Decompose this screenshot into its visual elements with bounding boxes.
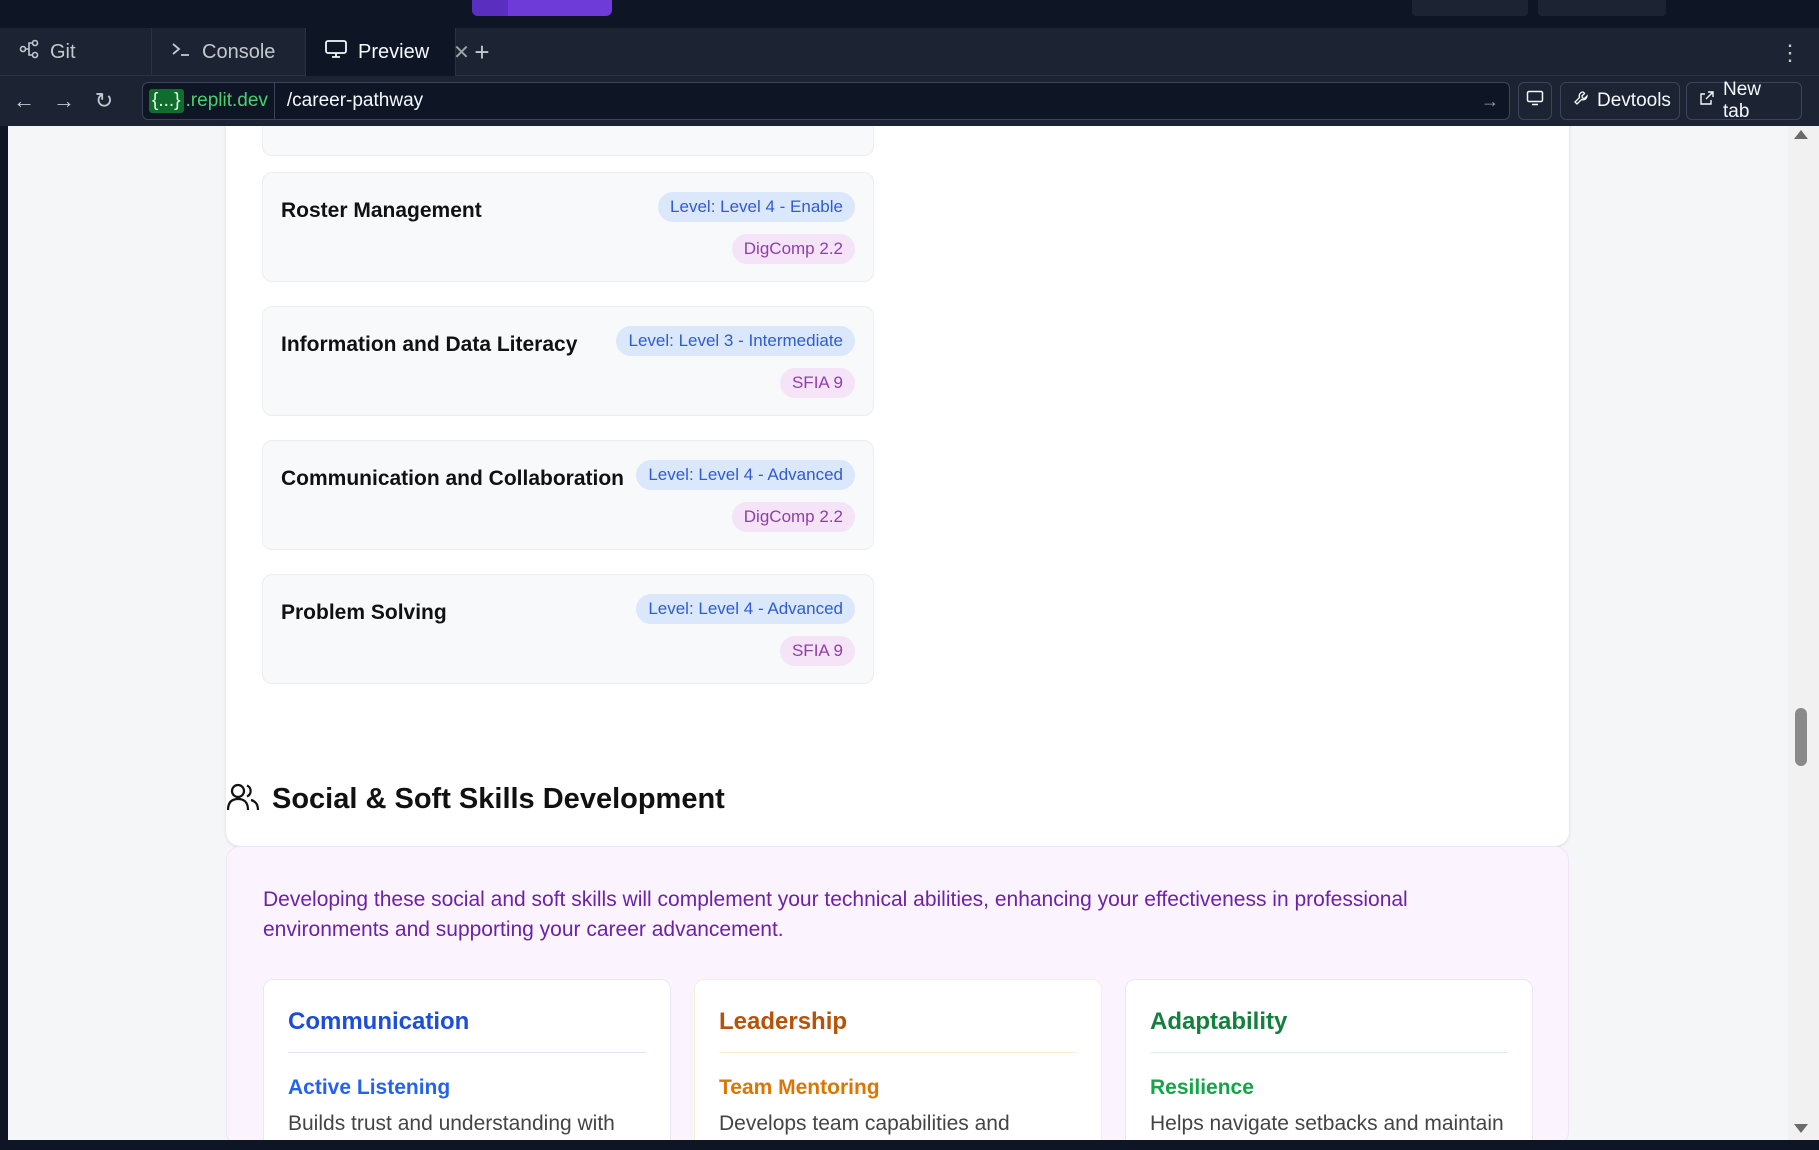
skill-name: Roster Management [281, 199, 482, 222]
soft-skill-column-communication: Communication Active Listening Builds tr… [263, 979, 671, 1140]
domain-text: .replit.dev [185, 90, 268, 111]
run-button-icon-edge [472, 0, 508, 16]
soft-skills-heading: Social & Soft Skills Development [226, 782, 725, 817]
soft-skill-column-leadership: Leadership Team Mentoring Develops team … [694, 979, 1102, 1140]
git-branch-icon [18, 39, 40, 65]
soft-skill-name: Team Mentoring [719, 1076, 880, 1099]
url-path[interactable]: /career-pathway [287, 90, 1481, 112]
column-heading: Adaptability [1150, 1008, 1288, 1035]
scroll-down-icon[interactable] [1794, 1124, 1808, 1133]
devtools-label: Devtools [1597, 90, 1671, 111]
soft-skill-column-adaptability: Adaptability Resilience Helps navigate s… [1125, 979, 1533, 1140]
framework-badge: DigComp 2.2 [731, 502, 855, 532]
scroll-up-icon[interactable] [1794, 130, 1808, 139]
tab-preview[interactable]: Preview ✕ [306, 28, 470, 76]
url-domain[interactable]: {...} .replit.dev [143, 83, 275, 119]
tab-label: Git [50, 40, 76, 63]
skill-name: Problem Solving [281, 601, 447, 624]
plus-icon: + [474, 36, 490, 67]
add-tab-button[interactable]: + [468, 28, 496, 76]
terminal-icon [170, 39, 192, 65]
url-field[interactable]: {...} .replit.dev /career-pathway → [142, 82, 1510, 120]
skill-item: Communication and Collaboration Level: L… [262, 440, 874, 550]
wrench-icon [1573, 90, 1589, 112]
arrow-right-icon: → [53, 88, 75, 113]
reload-button[interactable]: ↻ [84, 81, 124, 121]
go-arrow-icon[interactable]: → [1481, 91, 1499, 112]
tab-label: Preview [358, 40, 430, 63]
preview-url-bar: ← → ↻ {...} .replit.dev /career-pathway … [0, 76, 1819, 126]
arrow-left-icon: ← [13, 88, 35, 113]
level-badge: Level: Level 4 - Enable [658, 192, 855, 222]
soft-skill-name: Active Listening [288, 1076, 451, 1099]
soft-skill-description: Helps navigate setbacks and maintain [1150, 1112, 1504, 1135]
forward-button[interactable]: → [44, 81, 84, 121]
level-badge: Level: Level 4 - Advanced [636, 594, 855, 624]
monitor-icon [1526, 90, 1544, 112]
skill-item [262, 126, 874, 156]
users-icon [226, 782, 260, 817]
new-tab-button[interactable]: New tab [1686, 79, 1802, 122]
column-heading: Communication [288, 1008, 470, 1035]
section-title: Social & Soft Skills Development [272, 783, 725, 815]
pane-bottom-edge [0, 1140, 1819, 1150]
back-button[interactable]: ← [4, 81, 44, 121]
level-badge: Level: Level 3 - Intermediate [616, 326, 855, 356]
framework-badge: SFIA 9 [779, 636, 855, 666]
preview-viewport: Roster Management Level: Level 4 - Enabl… [8, 126, 1796, 1140]
more-options-icon[interactable]: ⋮ [1779, 40, 1801, 66]
header-control-edge[interactable] [1538, 0, 1666, 16]
scrollbar-thumb[interactable] [1795, 708, 1807, 766]
divider [1150, 1052, 1508, 1053]
tab-label: Console [202, 40, 276, 63]
tab-console[interactable]: Console [152, 28, 306, 76]
soft-skills-card: Developing these social and soft skills … [226, 846, 1569, 1140]
skill-item: Roster Management Level: Level 4 - Enabl… [262, 172, 874, 282]
reload-icon: ↻ [94, 88, 114, 113]
domain-bracket: {...} [149, 89, 184, 113]
tab-git[interactable]: Git [0, 28, 152, 76]
skill-item: Problem Solving Level: Level 4 - Advance… [262, 574, 874, 684]
skill-name: Communication and Collaboration [281, 467, 625, 490]
pane-tab-bar: Git Console Preview ✕ [0, 28, 1819, 76]
divider [288, 1052, 646, 1053]
column-heading: Leadership [719, 1008, 848, 1035]
soft-skill-description: Builds trust and understanding with [288, 1112, 615, 1135]
external-link-icon [1699, 90, 1715, 112]
skill-name: Information and Data Literacy [281, 333, 578, 356]
level-badge: Level: Level 4 - Advanced [636, 460, 855, 490]
divider [719, 1052, 1077, 1053]
framework-badge: SFIA 9 [779, 368, 855, 398]
device-view-button[interactable] [1518, 82, 1552, 120]
soft-skills-intro: Developing these social and soft skills … [263, 888, 1408, 941]
pane-left-edge [0, 126, 8, 1150]
new-tab-label: New tab [1723, 79, 1762, 122]
monitor-icon [324, 39, 348, 65]
ide-top-strip [0, 0, 1819, 28]
framework-badge: DigComp 2.2 [731, 234, 855, 264]
header-control-edge[interactable] [1412, 0, 1528, 16]
soft-skill-description: Develops team capabilities and [719, 1112, 1010, 1135]
skill-item: Information and Data Literacy Level: Lev… [262, 306, 874, 416]
soft-skill-name: Resilience [1150, 1076, 1254, 1099]
devtools-button[interactable]: Devtools [1560, 82, 1680, 120]
vertical-scrollbar[interactable] [1788, 126, 1819, 1140]
